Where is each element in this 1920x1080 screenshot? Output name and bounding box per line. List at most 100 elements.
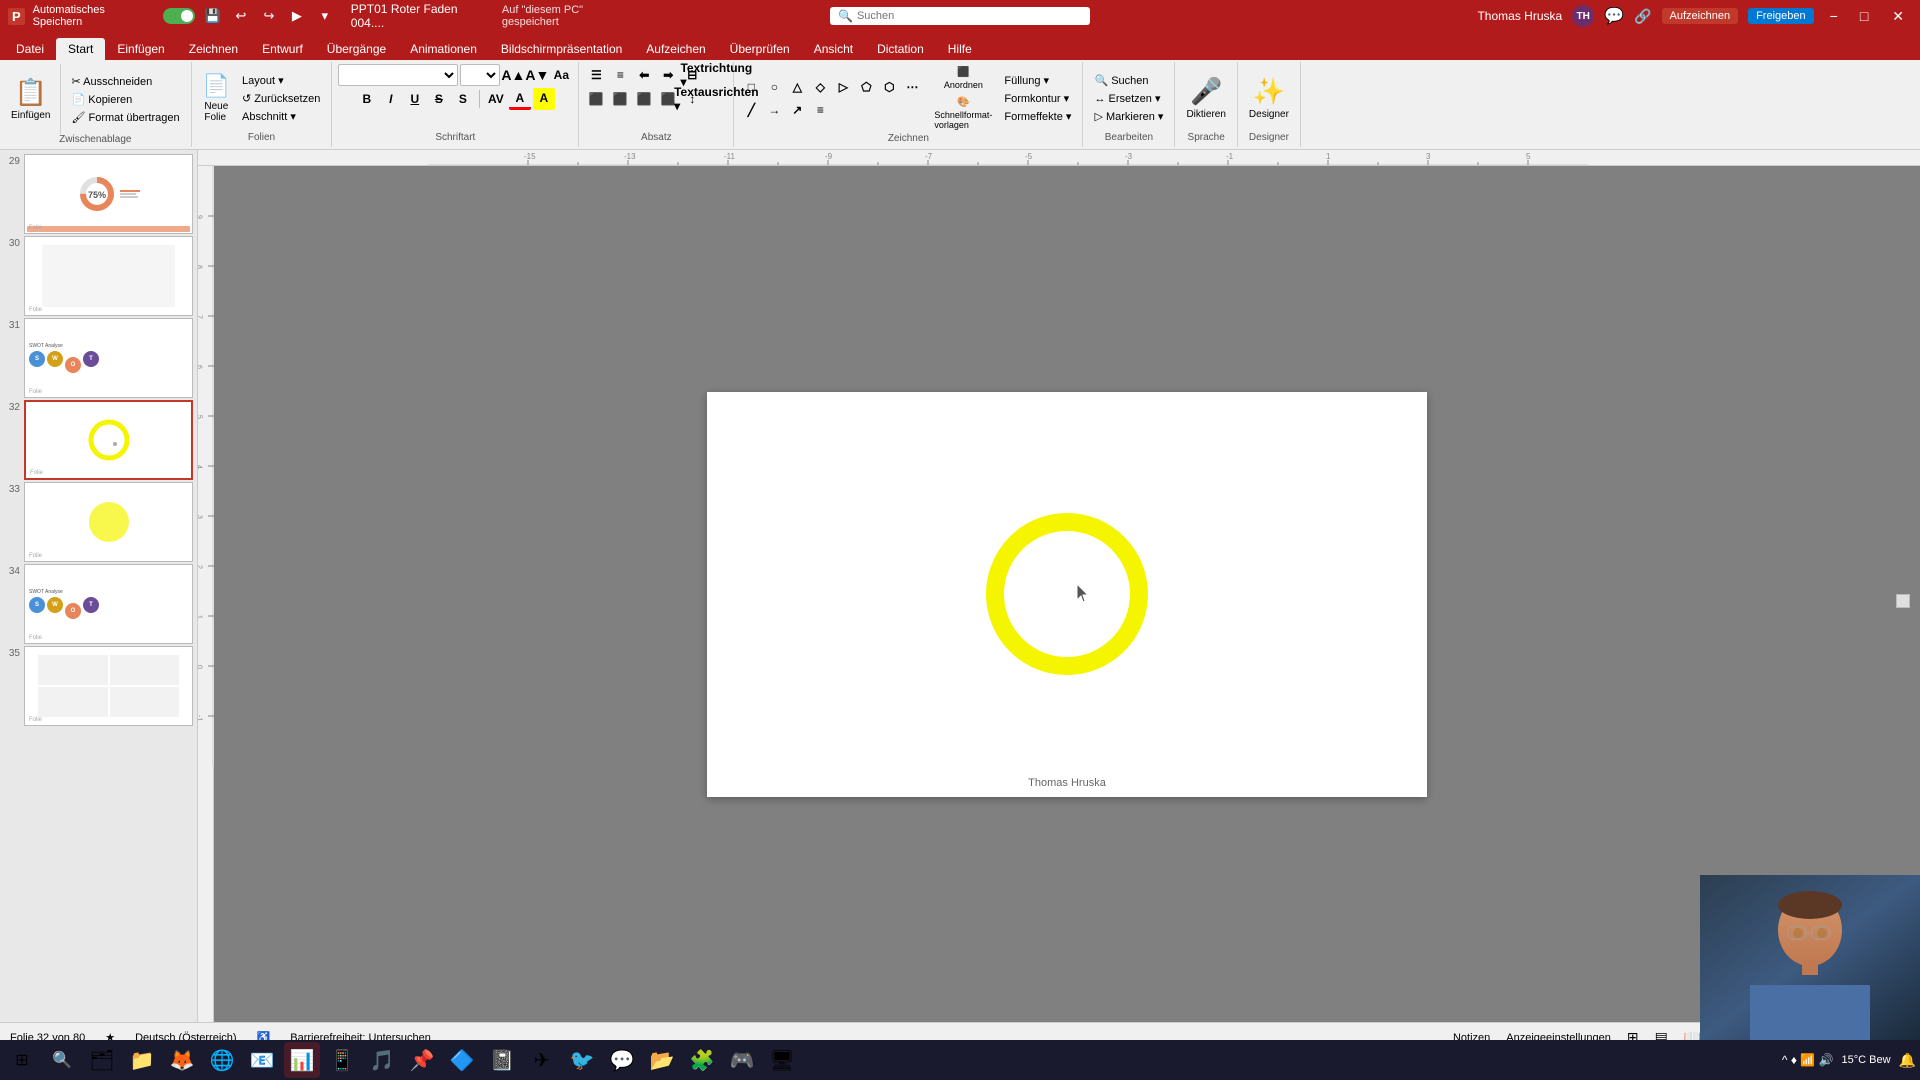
record-button[interactable]: Aufzeichnen xyxy=(1662,8,1739,24)
taskbar-chrome[interactable]: 🌐 xyxy=(204,1042,240,1078)
shadow-button[interactable]: S xyxy=(452,88,474,110)
shape-6[interactable]: ⬠ xyxy=(855,76,877,98)
notification-icon[interactable]: 🔔 xyxy=(1899,1052,1916,1069)
neue-folie-button[interactable]: 📄 NeueFolie xyxy=(198,70,235,126)
highlight-button[interactable]: A xyxy=(533,88,555,110)
close-button[interactable]: ✕ xyxy=(1884,8,1912,25)
taskbar-app2[interactable]: 🐦 xyxy=(564,1042,600,1078)
slide-item-35[interactable]: 35 Folie xyxy=(4,646,193,726)
bold-button[interactable]: B xyxy=(356,88,378,110)
tab-entwurf[interactable]: Entwurf xyxy=(250,38,315,60)
undo-icon[interactable]: ↩ xyxy=(231,6,251,26)
textdir-button[interactable]: Textrichtung ▾ xyxy=(705,64,727,86)
slide-item-31[interactable]: 31 SWOT Analyse S W O T Folie xyxy=(4,318,193,398)
shape-4[interactable]: ◇ xyxy=(809,76,831,98)
tab-dictation[interactable]: Dictation xyxy=(865,38,936,60)
text-align-button[interactable]: Textausrichten ▾ xyxy=(705,88,727,110)
shape-eq[interactable]: ≡ xyxy=(809,99,831,121)
slide-item-33[interactable]: 33 Folie xyxy=(4,482,193,562)
format-uebertragen-button[interactable]: 🖌 Format übertragen xyxy=(66,109,184,126)
taskbar-app1[interactable]: ✈ xyxy=(524,1042,560,1078)
font-family-select[interactable] xyxy=(338,64,458,86)
fullung-button[interactable]: Füllung ▾ xyxy=(999,72,1076,89)
tab-animationen[interactable]: Animationen xyxy=(398,38,489,60)
tab-start[interactable]: Start xyxy=(56,38,105,60)
slide-item-30[interactable]: 30 Folie xyxy=(4,236,193,316)
tab-hilfe[interactable]: Hilfe xyxy=(936,38,984,60)
taskbar-files[interactable]: 📁 xyxy=(124,1042,160,1078)
tab-zeichnen[interactable]: Zeichnen xyxy=(177,38,250,60)
taskbar-app5[interactable]: 🧩 xyxy=(684,1042,720,1078)
decrease-font-button[interactable]: A▼ xyxy=(526,64,548,86)
shape-line[interactable]: ╱ xyxy=(740,99,762,121)
taskbar-onenote[interactable]: 📓 xyxy=(484,1042,520,1078)
taskbar-firefox[interactable]: 🦊 xyxy=(164,1042,200,1078)
present-icon[interactable]: ▶ xyxy=(287,6,307,26)
shape-7[interactable]: ⬡ xyxy=(878,76,900,98)
anordnen-button[interactable]: ⬛ Anordnen xyxy=(929,64,997,93)
more-icon[interactable]: ▾ xyxy=(315,6,335,26)
start-button[interactable]: ⊞ xyxy=(4,1042,40,1078)
shape-arrow[interactable]: → xyxy=(763,99,785,121)
align-left-button[interactable]: ⬛ xyxy=(585,88,607,110)
canvas-area[interactable]: Thomas Hruska xyxy=(214,166,1920,1022)
taskbar-explorer[interactable]: 🗂 xyxy=(84,1042,120,1078)
taskbar-app6[interactable]: 🎮 xyxy=(724,1042,760,1078)
search-taskbar-button[interactable]: 🔍 xyxy=(44,1042,80,1078)
taskbar-app3[interactable]: 💬 xyxy=(604,1042,640,1078)
taskbar-teams[interactable]: 📱 xyxy=(324,1042,360,1078)
indent-left-button[interactable]: ⬅ xyxy=(633,64,655,86)
schnellformate-button[interactable]: 🎨 Schnellformat-vorlagen xyxy=(929,94,997,133)
resize-handle[interactable] xyxy=(1896,594,1910,608)
zuruecksetzen-button[interactable]: ↺ Zurücksetzen xyxy=(237,90,325,107)
font-spacing-button[interactable]: AV xyxy=(485,88,507,110)
einfuegen-button[interactable]: 📋 Einfügen xyxy=(6,74,55,124)
abschnitt-button[interactable]: Abschnitt ▾ xyxy=(237,108,325,125)
suchen-button[interactable]: 🔍 Suchen xyxy=(1089,72,1168,89)
font-size-select[interactable] xyxy=(460,64,500,86)
auto-save-toggle[interactable] xyxy=(163,8,195,24)
shape-5[interactable]: ▷ xyxy=(832,76,854,98)
redo-icon[interactable]: ↪ xyxy=(259,6,279,26)
font-color-button[interactable]: A xyxy=(509,88,531,110)
tab-ueberpruefen[interactable]: Überprüfen xyxy=(718,38,802,60)
save-icon[interactable]: 💾 xyxy=(203,6,223,26)
search-box[interactable]: 🔍 xyxy=(830,7,1090,25)
shape-3[interactable]: △ xyxy=(786,76,808,98)
taskbar-store[interactable]: 🔷 xyxy=(444,1042,480,1078)
tab-datei[interactable]: Datei xyxy=(4,38,56,60)
designer-button[interactable]: ✨ Designer xyxy=(1244,73,1294,123)
tab-aufzeichen[interactable]: Aufzeichen xyxy=(634,38,717,60)
diktieren-button[interactable]: 🎤 Diktieren xyxy=(1181,73,1230,123)
shape-conn[interactable]: ↗ xyxy=(786,99,808,121)
share-icon[interactable]: 🔗 xyxy=(1634,8,1651,25)
shape-1[interactable]: □ xyxy=(740,76,762,98)
tab-bildschirm[interactable]: Bildschirmpräsentation xyxy=(489,38,634,60)
kopieren-button[interactable]: 📄 Kopieren xyxy=(66,91,184,108)
taskbar-outlook[interactable]: 📧 xyxy=(244,1042,280,1078)
ersetzen-button[interactable]: ↔ Ersetzen ▾ xyxy=(1089,90,1168,107)
underline-button[interactable]: U xyxy=(404,88,426,110)
shape-2[interactable]: ○ xyxy=(763,76,785,98)
ausschneiden-button[interactable]: ✂ Ausschneiden xyxy=(66,73,184,90)
taskbar-app4[interactable]: 📂 xyxy=(644,1042,680,1078)
align-center-button[interactable]: ⬛ xyxy=(609,88,631,110)
align-right-button[interactable]: ⬛ xyxy=(633,88,655,110)
minimize-button[interactable]: − xyxy=(1824,8,1844,24)
comments-icon[interactable]: 💬 xyxy=(1604,6,1624,26)
freigeben-button[interactable]: Freigeben xyxy=(1748,8,1814,24)
layout-button[interactable]: Layout ▾ xyxy=(237,72,325,89)
list-bullet-button[interactable]: ☰ xyxy=(585,64,607,86)
slide-item-32[interactable]: 32 Folie xyxy=(4,400,193,480)
markieren-button[interactable]: ▷ Markieren ▾ xyxy=(1089,108,1168,125)
taskbar-app7[interactable]: 🖥 xyxy=(764,1042,800,1078)
formeffekte-button[interactable]: Formeffekte ▾ xyxy=(999,108,1076,125)
maximize-button[interactable]: □ xyxy=(1854,8,1874,24)
taskbar-pin[interactable]: 📌 xyxy=(404,1042,440,1078)
taskbar-media[interactable]: 🎵 xyxy=(364,1042,400,1078)
search-input[interactable] xyxy=(857,10,1037,22)
tab-uebergaenge[interactable]: Übergänge xyxy=(315,38,398,60)
slide-item-29[interactable]: 29 75% Folie xyxy=(4,154,193,234)
increase-font-button[interactable]: A▲ xyxy=(502,64,524,86)
taskbar-powerpoint[interactable]: 📊 xyxy=(284,1042,320,1078)
